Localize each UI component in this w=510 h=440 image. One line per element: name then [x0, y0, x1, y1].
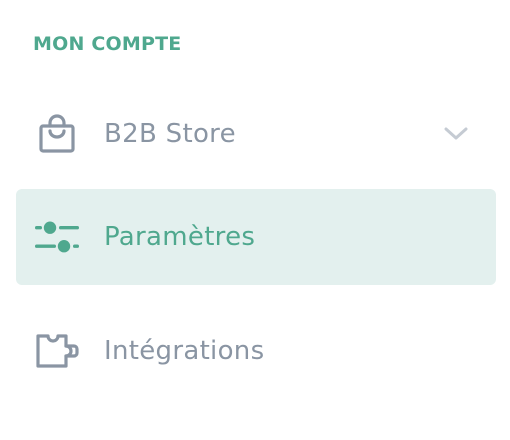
nav-item-label: Intégrations	[104, 336, 265, 366]
sliders-icon	[34, 214, 80, 260]
puzzle-icon	[34, 328, 80, 374]
nav-item-label: Paramètres	[104, 222, 256, 252]
nav-item-parametres[interactable]: Paramètres	[16, 189, 496, 285]
account-menu: MON COMPTE B2B Store Paramètres Intégrat…	[0, 0, 510, 440]
nav-item-b2b-store[interactable]: B2B Store	[16, 86, 496, 182]
shopping-bag-icon	[34, 111, 80, 157]
chevron-down-icon[interactable]	[442, 120, 470, 148]
nav-item-integrations[interactable]: Intégrations	[16, 303, 496, 399]
nav-item-label: B2B Store	[104, 119, 236, 149]
section-title: MON COMPTE	[33, 33, 182, 55]
